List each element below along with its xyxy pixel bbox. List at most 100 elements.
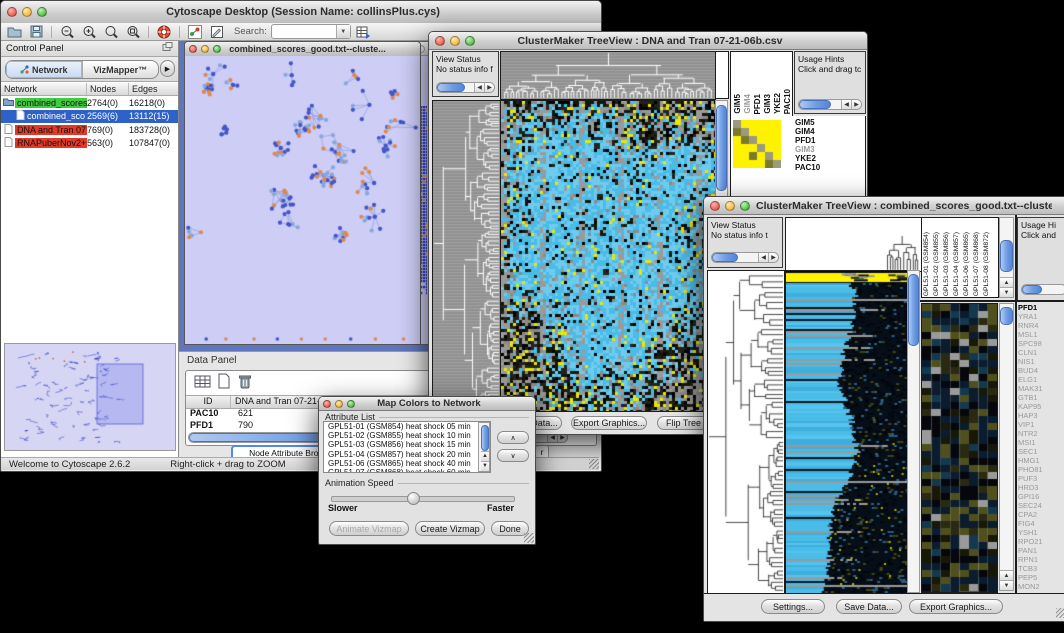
row-label[interactable]: GIM4 — [795, 127, 820, 136]
gene-label[interactable]: SEC24 — [1018, 501, 1064, 510]
attribute-list[interactable]: GPL51-01 (GSM854) heat shock 05 min GPL51… — [323, 421, 491, 473]
scrollbar-thumb[interactable] — [437, 83, 465, 92]
resize-grip[interactable] — [1056, 608, 1064, 618]
network-view-window[interactable]: combined_scores_good.txt--cluste... — [184, 41, 421, 345]
column-label[interactable]: GPL51-07 (GSM868) — [973, 232, 981, 296]
gene-label[interactable]: PEP5 — [1018, 573, 1064, 582]
scroll-down-icon[interactable]: ▼ — [1000, 580, 1013, 590]
column-label[interactable]: GPL51-01 (GSM854) — [923, 232, 931, 296]
minimize-button[interactable] — [450, 36, 460, 46]
gene-label[interactable]: ELG1 — [1018, 375, 1064, 384]
usage-hints-scrollbar[interactable] — [1021, 284, 1064, 295]
scroll-left-icon[interactable]: ◀ — [474, 83, 484, 92]
gene-label[interactable]: GTB1 — [1018, 393, 1064, 402]
scroll-down-icon[interactable]: ▼ — [1000, 287, 1013, 297]
gene-label[interactable]: GPI16 — [1018, 492, 1064, 501]
scroll-down-icon[interactable]: ▼ — [481, 461, 489, 471]
heatmap-vscrollbar[interactable] — [907, 270, 920, 593]
column-dendrogram[interactable] — [500, 51, 716, 100]
row-label[interactable]: PAC10 — [795, 163, 820, 172]
new-attribute-icon[interactable] — [217, 373, 231, 394]
attribute-item[interactable]: GPL51-04 (GSM857) heat shock 20 min — [326, 450, 490, 459]
attribute-list-vscrollbar[interactable]: ▲ ▼ — [478, 422, 490, 472]
column-labels-vscrollbar[interactable]: ▲ ▼ — [999, 217, 1014, 298]
gene-label[interactable]: RPN1 — [1018, 555, 1064, 564]
column-label[interactable]: GPL51-03 (GSM856) — [943, 232, 951, 296]
scroll-right-icon[interactable]: ▶ — [851, 100, 861, 109]
gene-label[interactable]: RNR4 — [1018, 321, 1064, 330]
zoom-button[interactable] — [213, 45, 221, 53]
scrollbar-thumb[interactable] — [908, 274, 919, 346]
row-label[interactable]: YKE2 — [795, 154, 820, 163]
tab-overflow-button[interactable]: ▶ — [160, 60, 175, 77]
column-label[interactable]: GPL51-04 (GSM857) — [953, 232, 961, 296]
gene-label[interactable]: PFD1 — [1018, 303, 1064, 312]
cytoscape-titlebar[interactable]: Cytoscape Desktop (Session Name: collins… — [1, 1, 601, 24]
zoom-button[interactable] — [347, 400, 355, 408]
scroll-up-icon[interactable]: ▲ — [1000, 570, 1013, 580]
network-canvas[interactable] — [185, 56, 420, 344]
gene-label[interactable]: MSL1 — [1018, 330, 1064, 339]
scrollbar-thumb[interactable] — [799, 100, 831, 109]
save-icon[interactable] — [27, 24, 45, 39]
slider-thumb[interactable] — [407, 492, 420, 505]
scrollbar-thumb[interactable] — [1022, 285, 1042, 294]
zoom-out-icon[interactable] — [58, 24, 76, 39]
scrollbar-thumb[interactable] — [1000, 240, 1013, 272]
row-label[interactable]: GIM3 — [795, 145, 820, 154]
gene-label[interactable]: SPC98 — [1018, 339, 1064, 348]
zoom-button[interactable] — [740, 201, 750, 211]
scrollbar-thumb[interactable] — [1000, 307, 1013, 325]
column-label[interactable]: GPL51-08 (GSM872) — [983, 232, 991, 296]
zoom-fit-icon[interactable] — [124, 24, 142, 39]
view-status-scrollbar[interactable]: ◀ ▶ — [711, 252, 779, 263]
export-graphics-button[interactable]: Export Graphics... — [571, 416, 647, 430]
scroll-left-icon[interactable]: ◀ — [758, 253, 768, 262]
column-label[interactable]: GPL51-06 (GSM865) — [963, 232, 971, 296]
row-dendrogram[interactable] — [707, 270, 785, 595]
animate-vizmap-button[interactable]: Animate Vizmap — [329, 521, 409, 536]
save-data-button[interactable]: Save Data... — [836, 599, 902, 614]
resize-grip[interactable] — [589, 459, 599, 469]
gene-label[interactable]: VIP1 — [1018, 420, 1064, 429]
heatmap[interactable] — [500, 100, 716, 413]
plugin-nodes-icon[interactable] — [186, 24, 204, 39]
column-label[interactable]: PAC10 — [783, 89, 792, 114]
column-label[interactable]: GIM4 — [743, 94, 752, 114]
gene-label[interactable]: MON2 — [1018, 582, 1064, 591]
gene-label[interactable]: SEC1 — [1018, 447, 1064, 456]
import-table-icon[interactable] — [355, 24, 373, 39]
close-button[interactable] — [323, 400, 331, 408]
tab-vizmapper[interactable]: VizMapper™ — [82, 61, 159, 78]
network-table-header[interactable]: Network Nodes Edges — [1, 83, 178, 96]
network-row-selected[interactable]: combined_sco 2569(6) 13112(15) — [1, 110, 178, 124]
scroll-right-icon[interactable]: ▶ — [484, 83, 494, 92]
scroll-up-icon[interactable]: ▲ — [481, 451, 489, 461]
zoom-in-icon[interactable] — [80, 24, 98, 39]
resize-grip[interactable] — [524, 533, 534, 543]
select-attributes-icon[interactable] — [194, 374, 211, 394]
create-vizmap-button[interactable]: Create Vizmap — [415, 521, 485, 536]
gene-label[interactable]: NIS1 — [1018, 357, 1064, 366]
column-label[interactable]: GIM3 — [763, 94, 772, 114]
cluster-matrix[interactable] — [733, 120, 781, 168]
minimize-button[interactable] — [22, 7, 32, 17]
annotation-icon[interactable] — [208, 24, 226, 39]
minimize-button[interactable] — [725, 201, 735, 211]
attribute-item[interactable]: GPL51-01 (GSM854) heat shock 05 min — [326, 422, 490, 431]
zoom-selected-icon[interactable] — [102, 24, 120, 39]
tab-network[interactable]: Network — [6, 61, 82, 78]
gene-label[interactable]: MAK31 — [1018, 384, 1064, 393]
gene-label[interactable]: PHO81 — [1018, 465, 1064, 474]
gene-label[interactable]: NTR2 — [1018, 429, 1064, 438]
column-dendrogram[interactable] — [785, 217, 922, 272]
scrollbar-thumb[interactable] — [716, 105, 727, 191]
animation-slider[interactable] — [331, 496, 515, 502]
usage-hints-scrollbar[interactable]: ◀ ▶ — [798, 99, 862, 110]
gene-label[interactable]: HMG1 — [1018, 456, 1064, 465]
attribute-item[interactable]: GPL51-07 (GSM868) heat shock 60 min — [326, 468, 490, 473]
birdseye-view[interactable] — [4, 343, 176, 451]
treeview1-titlebar[interactable]: ClusterMaker TreeView : DNA and Tran 07-… — [429, 32, 867, 50]
open-icon[interactable] — [5, 24, 23, 39]
gene-label[interactable]: HAP3 — [1018, 411, 1064, 420]
